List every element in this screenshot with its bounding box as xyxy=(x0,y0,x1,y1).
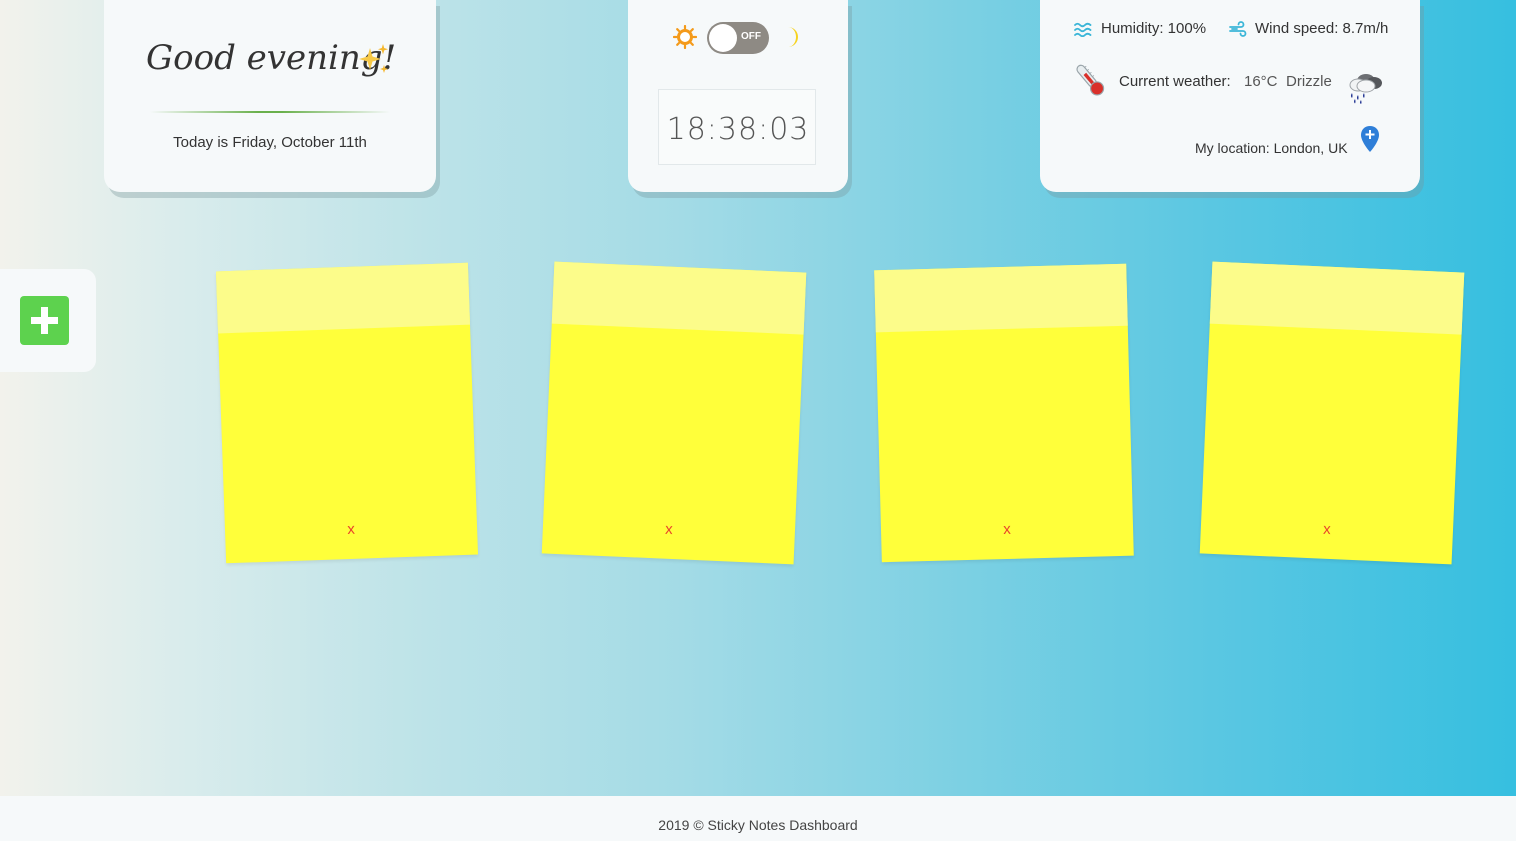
delete-note-button[interactable]: x xyxy=(225,517,477,543)
sun-icon xyxy=(673,25,697,49)
footer: 2019 © Sticky Notes Dashboard xyxy=(0,796,1516,841)
clock-display: 18:38:03 xyxy=(658,89,816,165)
weather-condition-text: Drizzle xyxy=(1286,73,1332,90)
theme-toggle[interactable]: OFF xyxy=(707,22,769,54)
plus-icon-vertical xyxy=(41,307,48,334)
delete-note-button[interactable]: x xyxy=(1201,515,1454,543)
moon-icon xyxy=(788,27,798,47)
add-note-button[interactable] xyxy=(20,296,69,345)
delete-note-button[interactable]: x xyxy=(881,518,1133,542)
temperature-text: 16°C xyxy=(1244,73,1278,90)
footer-text: 2019 © Sticky Notes Dashboard xyxy=(658,817,858,833)
delete-note-button[interactable]: x xyxy=(543,515,796,543)
clock-card: OFF 18:38:03 xyxy=(628,0,848,192)
sticky-note[interactable]: x xyxy=(215,262,479,564)
thermometer-icon xyxy=(1076,64,1105,96)
location-text: My location: London, UK xyxy=(1195,140,1348,156)
sticky-note-header[interactable] xyxy=(215,262,470,334)
weather-card: Humidity: 100% Wind speed: 8.7m/h Curren… xyxy=(1040,0,1420,192)
wind-icon xyxy=(1229,21,1247,37)
sparkles-icon xyxy=(359,44,388,73)
sticky-note-header[interactable] xyxy=(551,261,807,335)
humidity-text: Humidity: 100% xyxy=(1101,20,1207,37)
sticky-note[interactable]: x xyxy=(874,263,1134,563)
greeting-divider xyxy=(150,111,390,113)
toggle-knob xyxy=(709,24,737,52)
wind-speed-text: Wind speed: 8.7m/h xyxy=(1255,20,1389,37)
sticky-note-header[interactable] xyxy=(1209,261,1465,335)
greeting-card: Good evening! Today is Friday, October 1… xyxy=(104,0,436,192)
toggle-state-label: OFF xyxy=(741,31,761,42)
current-weather-label: Current weather: xyxy=(1119,73,1231,90)
location-pin-icon[interactable] xyxy=(1360,125,1380,153)
clock-time: 18:38:03 xyxy=(666,112,810,147)
sticky-note[interactable]: x xyxy=(1199,261,1465,565)
drizzle-icon xyxy=(1349,74,1382,104)
sticky-note[interactable]: x xyxy=(541,261,807,565)
humidity-icon xyxy=(1074,22,1092,37)
sticky-note-header[interactable] xyxy=(874,263,1128,333)
date-text: Today is Friday, October 11th xyxy=(173,134,367,151)
side-panel xyxy=(0,269,96,372)
